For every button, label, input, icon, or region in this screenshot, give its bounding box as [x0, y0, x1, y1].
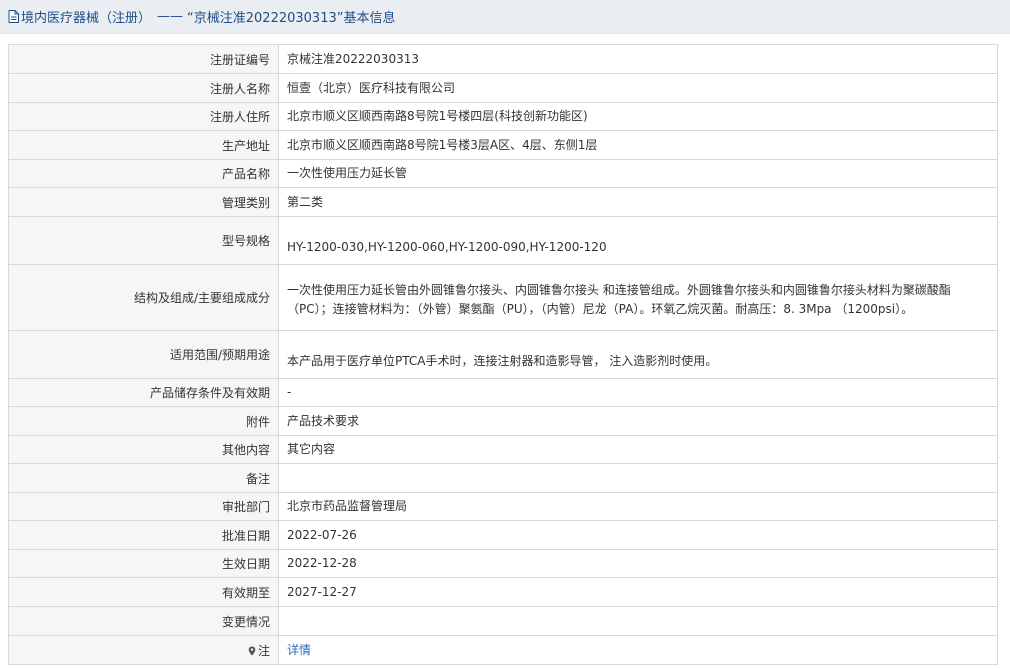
table-row: 注册人名称 恒壹（北京）医疗科技有限公司: [8, 73, 998, 103]
row-label: 适用范围/预期用途: [8, 330, 279, 379]
production-address-value: 北京市顺义区顺西南路8号院1号楼3层A区、4层、东侧1层: [278, 130, 998, 160]
row-label: 产品储存条件及有效期: [8, 378, 279, 407]
row-label: 其他内容: [8, 435, 279, 464]
table-row: 附件 产品技术要求: [8, 406, 998, 436]
remarks-value: [278, 463, 998, 493]
expiry-date-value: 2027-12-27: [278, 577, 998, 607]
table-row: 产品储存条件及有效期 -: [8, 378, 998, 407]
page-header: 境内医疗器械（注册） —— “京械注准20222030313”基本信息: [0, 0, 1010, 34]
table-row: 变更情况: [8, 606, 998, 636]
model-spec-value: HY-1200-030,HY-1200-060,HY-1200-090,HY-1…: [278, 216, 998, 265]
other-content-value: 其它内容: [278, 435, 998, 464]
note-label-cell: 注: [8, 635, 279, 665]
row-label: 生效日期: [8, 549, 279, 578]
approval-department-value: 北京市药品监督管理局: [278, 492, 998, 521]
header-section-label: 境内医疗器械（注册）: [21, 11, 152, 26]
details-cell: 详情: [278, 635, 998, 665]
row-label: 产品名称: [8, 159, 279, 188]
row-label: 变更情况: [8, 606, 279, 636]
table-row: 产品名称 一次性使用压力延长管: [8, 159, 998, 188]
table-row: 注册证编号 京械注准20222030313: [8, 44, 998, 74]
row-label: 型号规格: [8, 216, 279, 265]
row-label: 注册人住所: [8, 102, 279, 131]
structure-composition-value: 一次性使用压力延长管由外圆锥鲁尔接头、内圆锥鲁尔接头 和连接管组成。外圆锥鲁尔接…: [278, 264, 998, 331]
row-label: 注: [257, 643, 270, 658]
row-label: 结构及组成/主要组成成分: [8, 264, 279, 331]
document-icon: [8, 10, 19, 23]
row-label: 附件: [8, 406, 279, 436]
row-label: 备注: [8, 463, 279, 493]
table-row: 注册人住所 北京市顺义区顺西南路8号院1号楼四层(科技创新功能区): [8, 102, 998, 131]
row-label: 注册证编号: [8, 44, 279, 74]
table-row: 有效期至 2027-12-27: [8, 577, 998, 607]
row-label: 生产地址: [8, 130, 279, 160]
location-pin-icon: [248, 646, 256, 655]
row-label: 管理类别: [8, 187, 279, 217]
table-row: 型号规格 HY-1200-030,HY-1200-060,HY-1200-090…: [8, 216, 998, 265]
table-row: 审批部门 北京市药品监督管理局: [8, 492, 998, 521]
row-label: 有效期至: [8, 577, 279, 607]
table-row: 适用范围/预期用途 本产品用于医疗单位PTCA手术时，连接注射器和造影导管， 注…: [8, 330, 998, 379]
table-row: 生产地址 北京市顺义区顺西南路8号院1号楼3层A区、4层、东侧1层: [8, 130, 998, 160]
row-label: 批准日期: [8, 520, 279, 550]
change-history-value: [278, 606, 998, 636]
attachment-value: 产品技术要求: [278, 406, 998, 436]
table-row: 其他内容 其它内容: [8, 435, 998, 464]
details-link[interactable]: 详情: [287, 643, 311, 657]
header-separator: ——: [157, 9, 184, 24]
management-category-value: 第二类: [278, 187, 998, 217]
intended-use-value: 本产品用于医疗单位PTCA手术时，连接注射器和造影导管， 注入造影剂时使用。: [278, 330, 998, 379]
row-label: 审批部门: [8, 492, 279, 521]
storage-conditions-value: -: [278, 378, 998, 407]
header-record-title: “京械注准20222030313”基本信息: [187, 11, 396, 26]
effective-date-value: 2022-12-28: [278, 549, 998, 578]
registrant-address-value: 北京市顺义区顺西南路8号院1号楼四层(科技创新功能区): [278, 102, 998, 131]
table-row: 注 详情: [8, 635, 998, 665]
registrant-name-value: 恒壹（北京）医疗科技有限公司: [278, 73, 998, 103]
product-name-value: 一次性使用压力延长管: [278, 159, 998, 188]
table-row: 备注: [8, 463, 998, 493]
table-row: 生效日期 2022-12-28: [8, 549, 998, 578]
table-row: 管理类别 第二类: [8, 187, 998, 217]
table-row: 批准日期 2022-07-26: [8, 520, 998, 550]
row-label: 注册人名称: [8, 73, 279, 103]
registration-number-value: 京械注准20222030313: [278, 44, 998, 74]
table-row: 结构及组成/主要组成成分 一次性使用压力延长管由外圆锥鲁尔接头、内圆锥鲁尔接头 …: [8, 264, 998, 331]
approval-date-value: 2022-07-26: [278, 520, 998, 550]
registration-info-table: 注册证编号 京械注准20222030313 注册人名称 恒壹（北京）医疗科技有限…: [8, 44, 998, 665]
